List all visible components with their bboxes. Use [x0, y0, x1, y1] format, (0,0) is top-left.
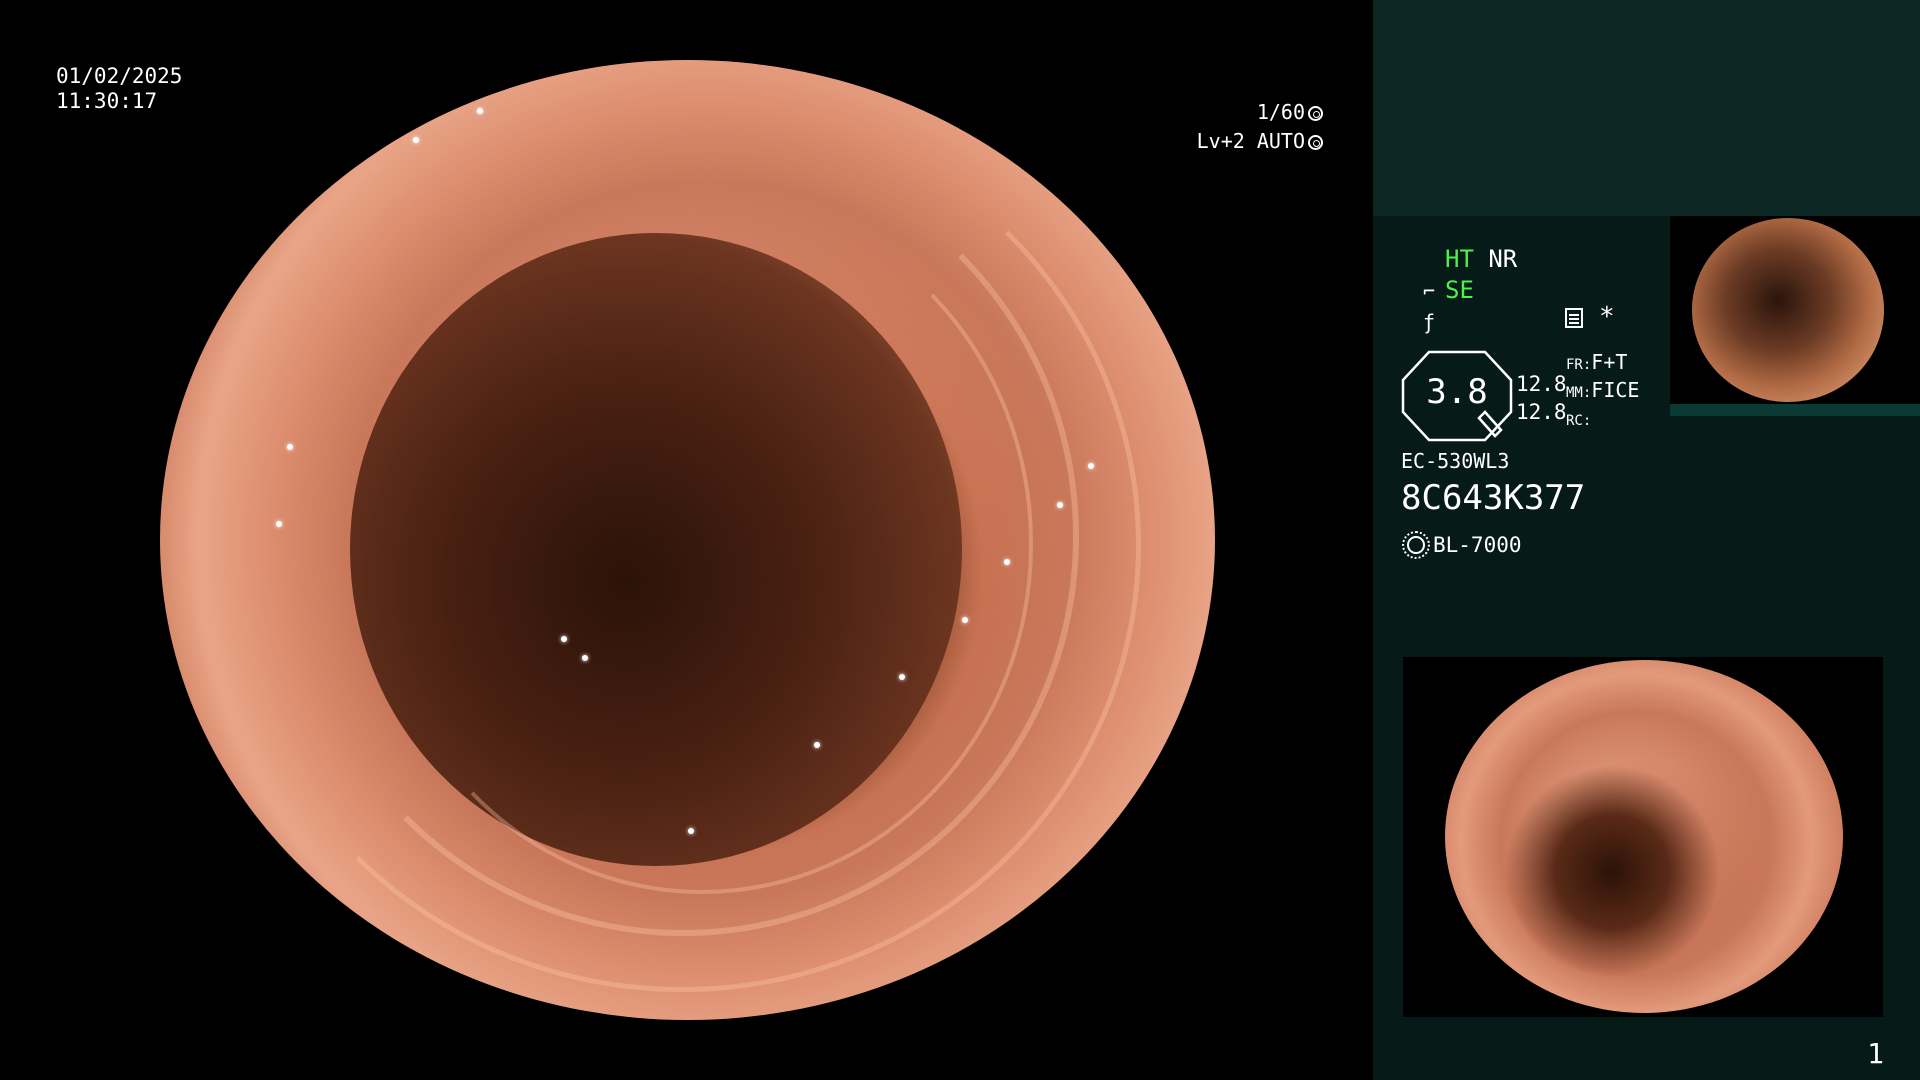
- freeze-icon: ƒ: [1423, 310, 1436, 334]
- light-source-icon: [1402, 531, 1430, 559]
- fr-value: F+T: [1591, 350, 1628, 374]
- list-icon: [1565, 308, 1583, 328]
- light-reflection: [961, 616, 968, 623]
- exposure-overlay: 1/60 Lv+2 AUTO: [1197, 98, 1323, 156]
- page-number: 1: [1867, 1037, 1884, 1070]
- light-reflection: [413, 136, 420, 143]
- light-reflection: [814, 741, 821, 748]
- capture-star: *: [1599, 302, 1615, 332]
- light-reflection: [1056, 501, 1063, 508]
- main-endoscope-view: 01/02/2025 11:30:17 1/60 Lv+2 AUTO: [0, 0, 1373, 1080]
- shutter-speed-text: 1/60: [1256, 100, 1305, 124]
- zoom-value: 3.8: [1426, 372, 1488, 412]
- endoscopic-image: [160, 60, 1215, 1020]
- thumbnail-image: [1445, 660, 1843, 1013]
- mucosal-fold: [371, 194, 1034, 894]
- info-side-panel: HT NR ⌐ SE ƒ * 3.8 12.8 12.8 FR:F+T MM:FI…: [1373, 0, 1920, 1080]
- mm-value: FICE: [1591, 378, 1640, 402]
- light-reflection: [476, 108, 483, 114]
- processing-modes: HT NR ⌐ SE ƒ: [1423, 244, 1517, 337]
- shutter-icon: [1308, 106, 1323, 121]
- light-reflection: [276, 520, 283, 527]
- panel-header-area: [1373, 0, 1920, 216]
- light-reflection: [687, 828, 694, 834]
- light-reflection: [560, 636, 567, 642]
- light-reflection: [898, 674, 905, 681]
- thumbnail-footer-bar: [1670, 404, 1920, 416]
- light-source-text: BL-7000: [1433, 533, 1522, 557]
- time-text: 11:30:17: [56, 89, 158, 113]
- light-source: BL-7000: [1401, 530, 1522, 560]
- iris-icon: [1308, 135, 1323, 150]
- scope-tip-icon: ⌐: [1423, 279, 1436, 303]
- datetime-overlay: 01/02/2025 11:30:17: [56, 64, 182, 114]
- iris-level-text: Lv+2 AUTO: [1196, 129, 1305, 153]
- date-text: 01/02/2025: [56, 64, 183, 88]
- zoom-indicator: 3.8: [1401, 350, 1513, 442]
- captured-thumbnail-top[interactable]: [1670, 216, 1920, 416]
- captured-thumbnail-bottom[interactable]: [1403, 657, 1883, 1017]
- scope-serial-number: 8C643K377: [1401, 478, 1586, 518]
- fr-label: FR:: [1566, 357, 1592, 373]
- value-bottom: 12.8: [1516, 400, 1567, 424]
- mm-label: MM:: [1566, 385, 1592, 401]
- mode-ht: HT: [1445, 245, 1474, 273]
- measurement-values: 12.8 12.8: [1516, 370, 1567, 426]
- thumbnail-image: [1692, 218, 1884, 402]
- light-reflection: [286, 444, 293, 450]
- value-top: 12.8: [1516, 372, 1567, 396]
- thumbnail-frame: [1670, 216, 1920, 404]
- rc-label: RC:: [1566, 413, 1592, 429]
- scope-model: EC-530WL3: [1401, 449, 1510, 473]
- mode-nr: NR: [1488, 245, 1518, 273]
- mode-se: SE: [1445, 276, 1474, 304]
- setting-labels: FR:F+T MM:FICE RC:: [1566, 350, 1639, 434]
